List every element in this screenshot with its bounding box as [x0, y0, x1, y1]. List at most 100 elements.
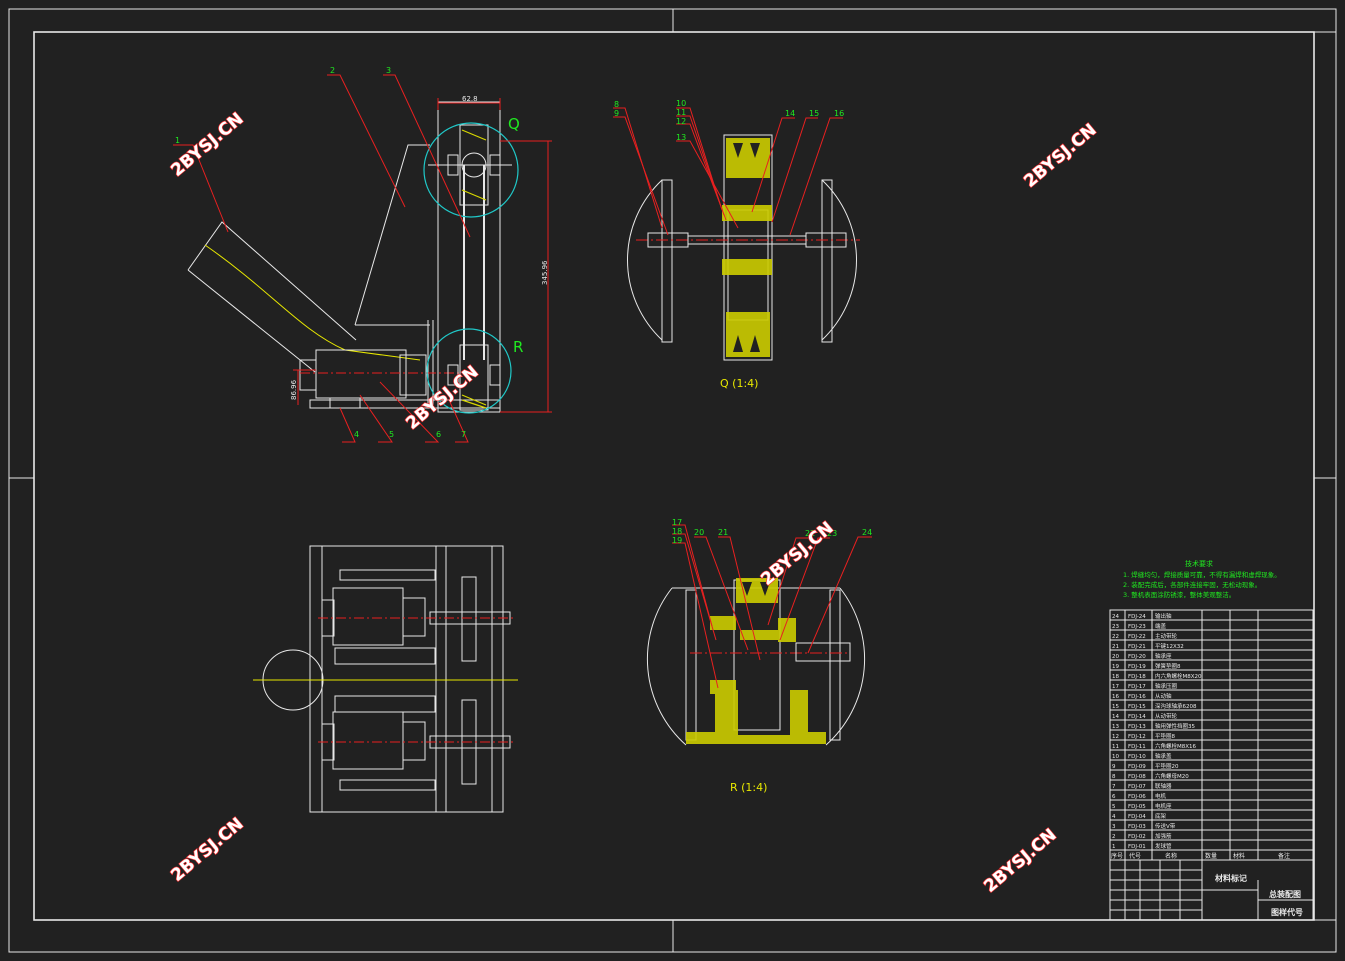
bom-cell-no: 15: [1112, 704, 1119, 710]
callout-5: 5: [389, 430, 394, 439]
callout-21: 21: [718, 528, 728, 537]
callout-9: 9: [614, 109, 619, 118]
callout-7: 7: [461, 430, 466, 439]
bom-cell-code: FDJ-23: [1128, 624, 1146, 630]
bom-cell-no: 17: [1112, 684, 1119, 690]
bom-cell-no: 2: [1112, 834, 1116, 840]
dim-top-width: 62.8: [462, 95, 478, 103]
bom-cell-name: 电机: [1155, 792, 1167, 800]
bom-cell-code: FDJ-01: [1128, 844, 1146, 850]
bom-cell-no: 22: [1112, 634, 1119, 640]
callout-20: 20: [694, 528, 704, 537]
bom-cell-code: FDJ-15: [1128, 704, 1146, 710]
bom-cell-no: 7: [1112, 784, 1116, 790]
bom-cell-no: 9: [1112, 764, 1116, 770]
bom-cell-code: FDJ-19: [1128, 664, 1146, 670]
bom-cell-name: 轴用弹性挡圈35: [1155, 722, 1195, 730]
bom-cell-no: 4: [1112, 814, 1116, 820]
bom-cell-no: 3: [1112, 824, 1116, 830]
callout-14: 14: [785, 109, 795, 118]
bom-cell-code: FDJ-04: [1128, 814, 1146, 820]
bom-cell-code: FDJ-14: [1128, 714, 1146, 720]
detail-r-caption: R (1:4): [730, 781, 767, 794]
bom-cell-name: 发球管: [1155, 842, 1172, 850]
callout-17: 17: [672, 518, 682, 527]
bom-cell-code: FDJ-07: [1128, 784, 1146, 790]
bom-cell-name: 深沟球轴承6208: [1155, 702, 1197, 710]
bom-header-name: 名称: [1165, 852, 1177, 860]
bom-cell-name: 从动带轮: [1155, 712, 1178, 720]
bom-cell-no: 13: [1112, 724, 1119, 730]
bom-cell-name: 端盖: [1155, 622, 1167, 630]
bom-cell-name: 平垫圈20: [1155, 762, 1179, 770]
bom-cell-name: 传送V带: [1155, 822, 1176, 830]
bom-cell-no: 11: [1112, 744, 1119, 750]
callout-11: 11: [676, 108, 686, 117]
bom-cell-no: 14: [1112, 714, 1119, 720]
bom-cell-code: FDJ-10: [1128, 754, 1146, 760]
bom-cell-no: 18: [1112, 674, 1119, 680]
bom-cell-code: FDJ-06: [1128, 794, 1146, 800]
bom-cell-code: FDJ-21: [1128, 644, 1146, 650]
bom-cell-name: 六角螺栓M8X16: [1155, 742, 1197, 750]
bom-cell-no: 12: [1112, 734, 1119, 740]
tech-req-title: 技术要求: [1185, 559, 1213, 568]
detail-q-marker: Q: [508, 115, 520, 133]
title-material-mark: 材料标记: [1215, 873, 1247, 883]
dim-base-height: 86.96: [290, 379, 298, 400]
callout-6: 6: [436, 430, 441, 439]
bom-header-qty: 数量: [1205, 852, 1217, 860]
bom-cell-name: 联轴器: [1155, 782, 1172, 790]
callout-10: 10: [676, 99, 686, 108]
callout-13: 13: [676, 133, 686, 142]
bom-cell-name: 轴承压圈: [1155, 682, 1178, 690]
bom-cell-code: FDJ-22: [1128, 634, 1146, 640]
bom-cell-no: 8: [1112, 774, 1116, 780]
bom-header-remark: 备注: [1278, 852, 1290, 860]
bom-cell-no: 1: [1112, 844, 1116, 850]
bom-cell-name: 加强筋: [1155, 832, 1172, 840]
tech-req-item-1: 1. 焊缝均匀，焊接质量可靠，不得有漏焊和虚焊现象。: [1123, 570, 1281, 579]
callout-2: 2: [330, 66, 335, 75]
bom-cell-code: FDJ-18: [1128, 674, 1146, 680]
detail-r-marker: R: [513, 338, 523, 356]
bom-cell-name: 平垫圈8: [1155, 732, 1176, 740]
callout-15: 15: [809, 109, 819, 118]
callout-12: 12: [676, 117, 686, 126]
bom-cell-no: 21: [1112, 644, 1119, 650]
callout-4: 4: [354, 430, 359, 439]
bom-cell-code: FDJ-11: [1128, 744, 1146, 750]
callout-1: 1: [175, 136, 180, 145]
bom-header-no: 序号: [1111, 852, 1123, 860]
bom-cell-name: 轴承盖: [1155, 752, 1172, 760]
bom-cell-name: 从动轴: [1155, 692, 1172, 700]
bom-cell-no: 19: [1112, 664, 1119, 670]
callout-19: 19: [672, 536, 682, 545]
callout-24: 24: [862, 528, 872, 537]
bom-cell-name: 轴承座: [1155, 652, 1172, 660]
bom-cell-code: FDJ-24: [1128, 614, 1146, 620]
cad-drawing: Q R 62.8 345.96 86.96 1 2 3 4 5 6 7 8 9 …: [0, 0, 1345, 961]
bom-cell-code: FDJ-09: [1128, 764, 1146, 770]
bom-cell-name: 电机座: [1155, 802, 1172, 810]
bom-cell-code: FDJ-12: [1128, 734, 1146, 740]
bom-cell-no: 23: [1112, 624, 1119, 630]
bom-cell-code: FDJ-17: [1128, 684, 1146, 690]
bom-cell-code: FDJ-13: [1128, 724, 1146, 730]
callout-18: 18: [672, 527, 682, 536]
callout-16: 16: [834, 109, 844, 118]
bom-cell-no: 6: [1112, 794, 1116, 800]
bom-cell-name: 输出轴: [1155, 612, 1172, 620]
bom-cell-no: 10: [1112, 754, 1119, 760]
bom-cell-no: 5: [1112, 804, 1116, 810]
callout-3: 3: [386, 66, 391, 75]
bom-cell-name: 六角螺母M20: [1155, 772, 1189, 780]
bom-header-code: 代号: [1129, 852, 1141, 860]
bom-cell-no: 16: [1112, 694, 1119, 700]
bom-cell-name: 主动带轮: [1155, 632, 1178, 640]
dim-overall-height: 345.96: [541, 260, 549, 285]
bom-cell-code: FDJ-03: [1128, 824, 1146, 830]
bom-cell-code: FDJ-08: [1128, 774, 1146, 780]
detail-q-caption: Q (1:4): [720, 377, 758, 390]
bom-cell-name: 平键12X32: [1155, 642, 1184, 650]
